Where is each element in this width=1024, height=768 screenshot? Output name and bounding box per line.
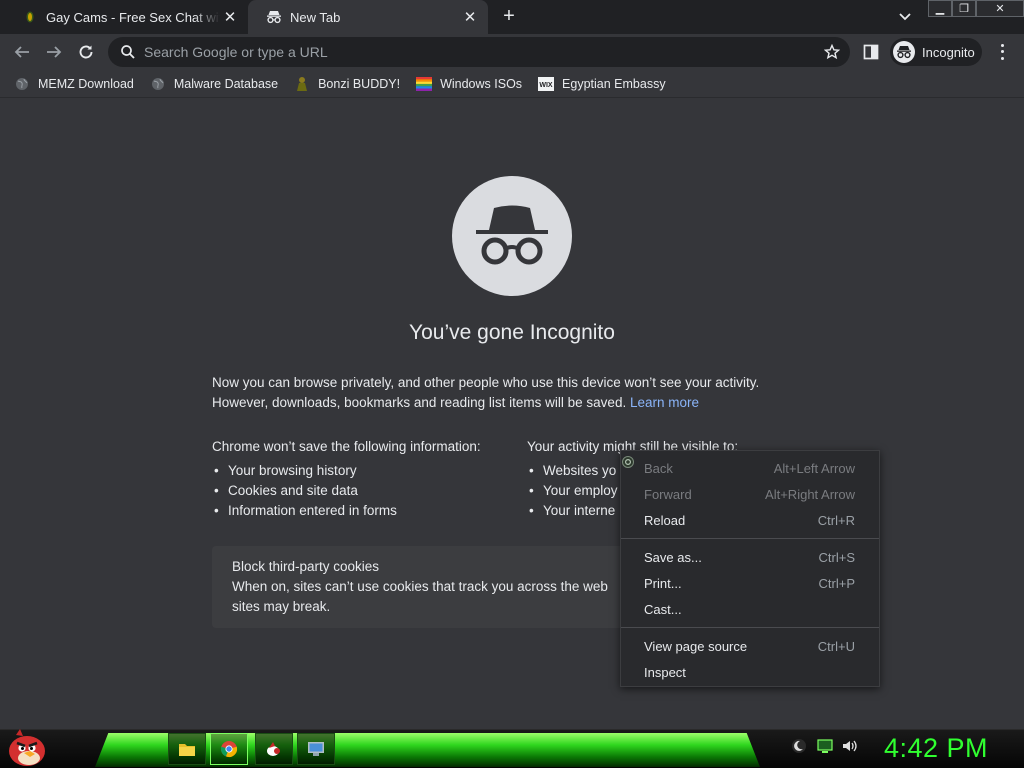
wont-save-column: Chrome won’t save the following informat…: [212, 437, 512, 521]
menu-shortcut: Ctrl+U: [817, 638, 855, 654]
close-window-button[interactable]: ✕: [976, 0, 1024, 17]
description-line-2: However, downloads, bookmarks and readin…: [212, 393, 812, 413]
bookmark-label: Windows ISOs: [440, 76, 523, 91]
chevron-down-icon[interactable]: [895, 8, 915, 26]
minimize-button[interactable]: ▁: [928, 0, 952, 17]
menu-item-reload[interactable]: Reload Ctrl+R: [621, 507, 879, 533]
close-tab-icon[interactable]: ✕: [460, 7, 480, 27]
monitor-app-icon[interactable]: [297, 733, 335, 765]
bookmark-windows-isos[interactable]: Windows ISOs: [416, 76, 522, 92]
globe-icon: [14, 76, 30, 92]
bookmark-label: Malware Database: [173, 76, 279, 91]
menu-label: Save as...: [644, 549, 702, 565]
bookmark-star-icon[interactable]: [823, 43, 841, 60]
menu-shortcut: Alt+Left Arrow: [773, 460, 855, 476]
globe-icon: [150, 76, 166, 92]
list-item: Information entered in forms: [212, 501, 512, 521]
reload-icon[interactable]: [74, 40, 98, 64]
tab-new-tab[interactable]: New Tab ✕: [248, 0, 488, 34]
incognito-description: Now you can browse privately, and other …: [212, 373, 812, 413]
menu-label: Cast...: [644, 601, 682, 617]
menu-label: Print...: [644, 575, 682, 591]
incognito-avatar-icon: [893, 41, 915, 63]
bookmark-egyptian-embassy[interactable]: WIX Egyptian Embassy: [538, 76, 666, 92]
menu-item-print[interactable]: Print... Ctrl+P: [621, 570, 879, 596]
menu-divider: [621, 627, 879, 628]
menu-item-view-source[interactable]: View page source Ctrl+U: [621, 633, 879, 659]
menu-shortcut: Alt+Right Arrow: [765, 486, 855, 502]
toolbar: Incognito: [0, 34, 1024, 70]
volume-tray-icon[interactable]: [840, 737, 858, 755]
restore-button[interactable]: ❐: [952, 0, 976, 17]
menu-item-save-as[interactable]: Save as... Ctrl+S: [621, 544, 879, 570]
app-icon[interactable]: [255, 733, 293, 765]
search-icon: [120, 44, 136, 60]
description-line-1: Now you can browse privately, and other …: [212, 375, 760, 390]
profile-label: Incognito: [922, 44, 975, 60]
menu-shortcut: Ctrl+P: [818, 575, 855, 591]
wix-icon: WIX: [538, 76, 555, 92]
page-title: You’ve gone Incognito: [409, 321, 615, 344]
incognito-icon: [266, 9, 282, 25]
cam-site-favicon: [22, 9, 38, 25]
windows-flag-icon: [416, 76, 433, 92]
menu-item-back[interactable]: Back Alt+Left Arrow: [621, 455, 879, 481]
learn-more-link[interactable]: Learn more: [630, 395, 699, 410]
busy-cursor-icon: [622, 456, 634, 468]
incognito-profile-button[interactable]: Incognito: [890, 38, 982, 66]
svg-text:WIX: WIX: [539, 82, 553, 89]
bookmark-label: MEMZ Download: [38, 76, 134, 91]
menu-shortcut: Ctrl+R: [817, 512, 855, 528]
bookmark-label: Egyptian Embassy: [562, 76, 666, 91]
back-arrow-icon[interactable]: [10, 40, 34, 64]
column-title: Chrome won’t save the following informat…: [212, 439, 481, 454]
folder-icon[interactable]: [168, 733, 206, 765]
tab-cam-site[interactable]: Gay Cams - Free Sex Chat with Sexy ✕: [4, 0, 248, 34]
menu-label: Forward: [644, 486, 692, 502]
tab-strip: Gay Cams - Free Sex Chat with Sexy ✕ New…: [0, 0, 1024, 34]
side-panel-icon[interactable]: [863, 44, 879, 60]
bookmark-bonzi-buddy[interactable]: Bonzi BUDDY!: [294, 76, 400, 92]
context-menu: Back Alt+Left Arrow Forward Alt+Right Arro…: [620, 450, 880, 687]
chrome-icon[interactable]: [210, 733, 248, 765]
menu-shortcut: Ctrl+S: [818, 549, 855, 565]
menu-label: Reload: [644, 512, 686, 528]
menu-label: Inspect: [644, 664, 686, 680]
bookmarks-bar: MEMZ Download Malware Database Bonzi BUD…: [0, 70, 1024, 98]
menu-item-inspect[interactable]: Inspect: [621, 659, 879, 685]
omnibox[interactable]: [108, 37, 850, 67]
moon-tray-icon[interactable]: [790, 737, 808, 755]
menu-label: View page source: [644, 638, 748, 654]
menu-item-forward[interactable]: Forward Alt+Right Arrow: [621, 481, 879, 507]
description-text: However, downloads, bookmarks and readin…: [212, 395, 627, 410]
tab-title: Gay Cams - Free Sex Chat with Sexy: [46, 9, 220, 25]
list-item: Cookies and site data: [212, 481, 512, 501]
incognito-logo-icon: [452, 176, 572, 296]
list-item: Your browsing history: [212, 461, 512, 481]
more-menu-icon[interactable]: [996, 42, 1008, 62]
tab-title: New Tab: [290, 9, 341, 25]
bookmark-malware-database[interactable]: Malware Database: [150, 76, 278, 92]
close-tab-icon[interactable]: ✕: [220, 7, 240, 27]
network-tray-icon[interactable]: [816, 737, 834, 755]
taskbar: [0, 729, 1024, 768]
window-controls: ▁ ❐ ✕: [928, 0, 1024, 17]
menu-item-cast[interactable]: Cast...: [621, 596, 879, 622]
forward-arrow-icon[interactable]: [42, 40, 66, 64]
bookmark-memz-download[interactable]: MEMZ Download: [14, 76, 134, 92]
menu-divider: [621, 538, 879, 539]
bookmark-label: Bonzi BUDDY!: [318, 76, 401, 91]
menu-label: Back: [644, 460, 673, 476]
bonzi-icon: [294, 76, 310, 92]
address-input[interactable]: [144, 44, 804, 60]
new-tab-plus-icon[interactable]: +: [498, 6, 520, 28]
taskbar-clock[interactable]: 4:42 PM: [884, 733, 994, 764]
angry-bird-start-icon[interactable]: [6, 727, 48, 767]
